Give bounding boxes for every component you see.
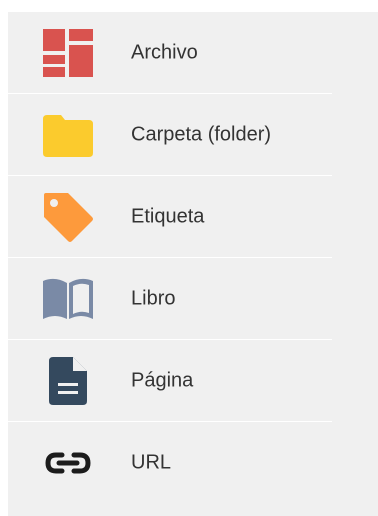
menu-item-pagina[interactable]: Página [8, 340, 378, 422]
item-type-menu: Archivo Carpeta (folder) Etiqueta Libro [8, 12, 378, 516]
page-icon [42, 355, 94, 407]
menu-item-label: URL [131, 451, 172, 474]
menu-item-label: Carpeta (folder) [131, 123, 272, 146]
menu-item-url[interactable]: URL [8, 422, 378, 504]
book-icon [42, 273, 94, 325]
tag-icon [42, 191, 94, 243]
archive-grid-icon [42, 27, 94, 79]
menu-item-label: Etiqueta [131, 205, 205, 228]
menu-item-archivo[interactable]: Archivo [8, 12, 378, 94]
menu-item-etiqueta[interactable]: Etiqueta [8, 176, 378, 258]
menu-item-label: Página [131, 369, 194, 392]
menu-item-label: Archivo [131, 41, 198, 64]
menu-item-libro[interactable]: Libro [8, 258, 378, 340]
menu-item-label: Libro [131, 287, 176, 310]
folder-icon [42, 109, 94, 161]
link-icon [42, 437, 94, 489]
menu-item-carpeta[interactable]: Carpeta (folder) [8, 94, 378, 176]
